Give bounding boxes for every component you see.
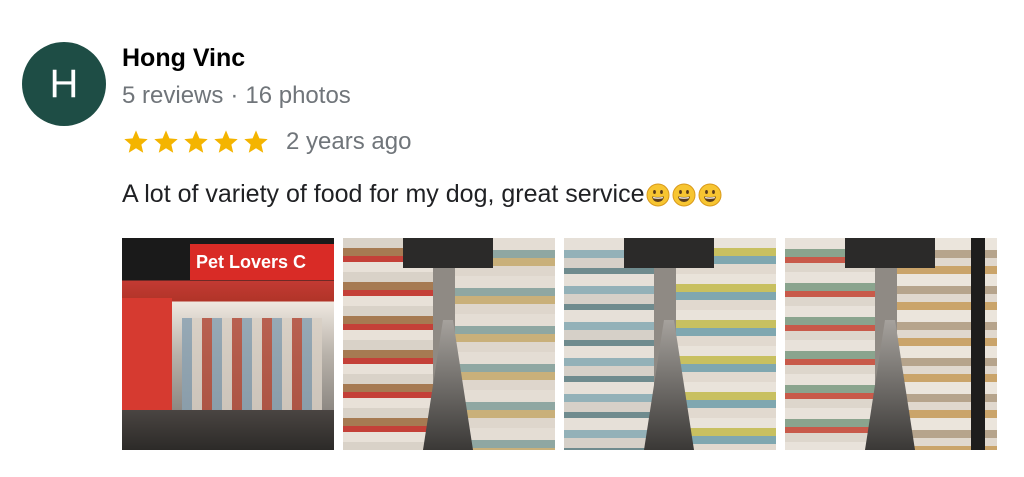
star-icon [184,130,208,153]
photo-store-front[interactable]: Pet Lovers C [122,238,334,450]
rating-row: 2 years ago [122,128,411,156]
photo-detail [403,238,493,268]
avatar-initial: H [49,61,79,106]
review-date: 2 years ago [286,128,412,155]
photo-detail [343,238,433,450]
photo-detail [845,238,935,268]
review-text-row: A lot of variety of food for my dog, gre… [122,180,722,209]
review-count: 5 reviews [122,82,224,109]
photo-detail [182,318,322,418]
star-icon [124,130,148,153]
star-icon [154,130,178,153]
reviewer-name[interactable]: Hong Vinc [122,44,245,73]
emoji-group [646,183,722,207]
photo-aisle-1[interactable] [343,238,555,450]
reviewer-meta: 5 reviews · 16 photos [122,82,351,110]
photo-detail [971,238,985,450]
photo-detail [564,238,654,450]
photo-detail [455,238,555,450]
review-text: A lot of variety of food for my dog, gre… [122,180,645,208]
photo-detail [785,238,875,450]
star-rating [122,128,270,156]
photo-strip: Pet Lovers C [122,238,997,450]
grinning-face-icon [672,183,696,206]
photo-detail [122,410,334,450]
star-icon [244,130,268,153]
star-icon [214,130,238,153]
meta-separator: · [230,82,239,109]
store-sign: Pet Lovers C [190,244,334,280]
photo-detail [624,238,714,268]
grinning-face-icon [698,183,722,206]
photo-aisle-3[interactable] [785,238,997,450]
grinning-face-icon [646,183,670,206]
avatar[interactable]: H [22,42,106,126]
photo-detail [676,238,776,450]
photo-aisle-2[interactable] [564,238,776,450]
photo-count: 16 photos [245,82,351,109]
